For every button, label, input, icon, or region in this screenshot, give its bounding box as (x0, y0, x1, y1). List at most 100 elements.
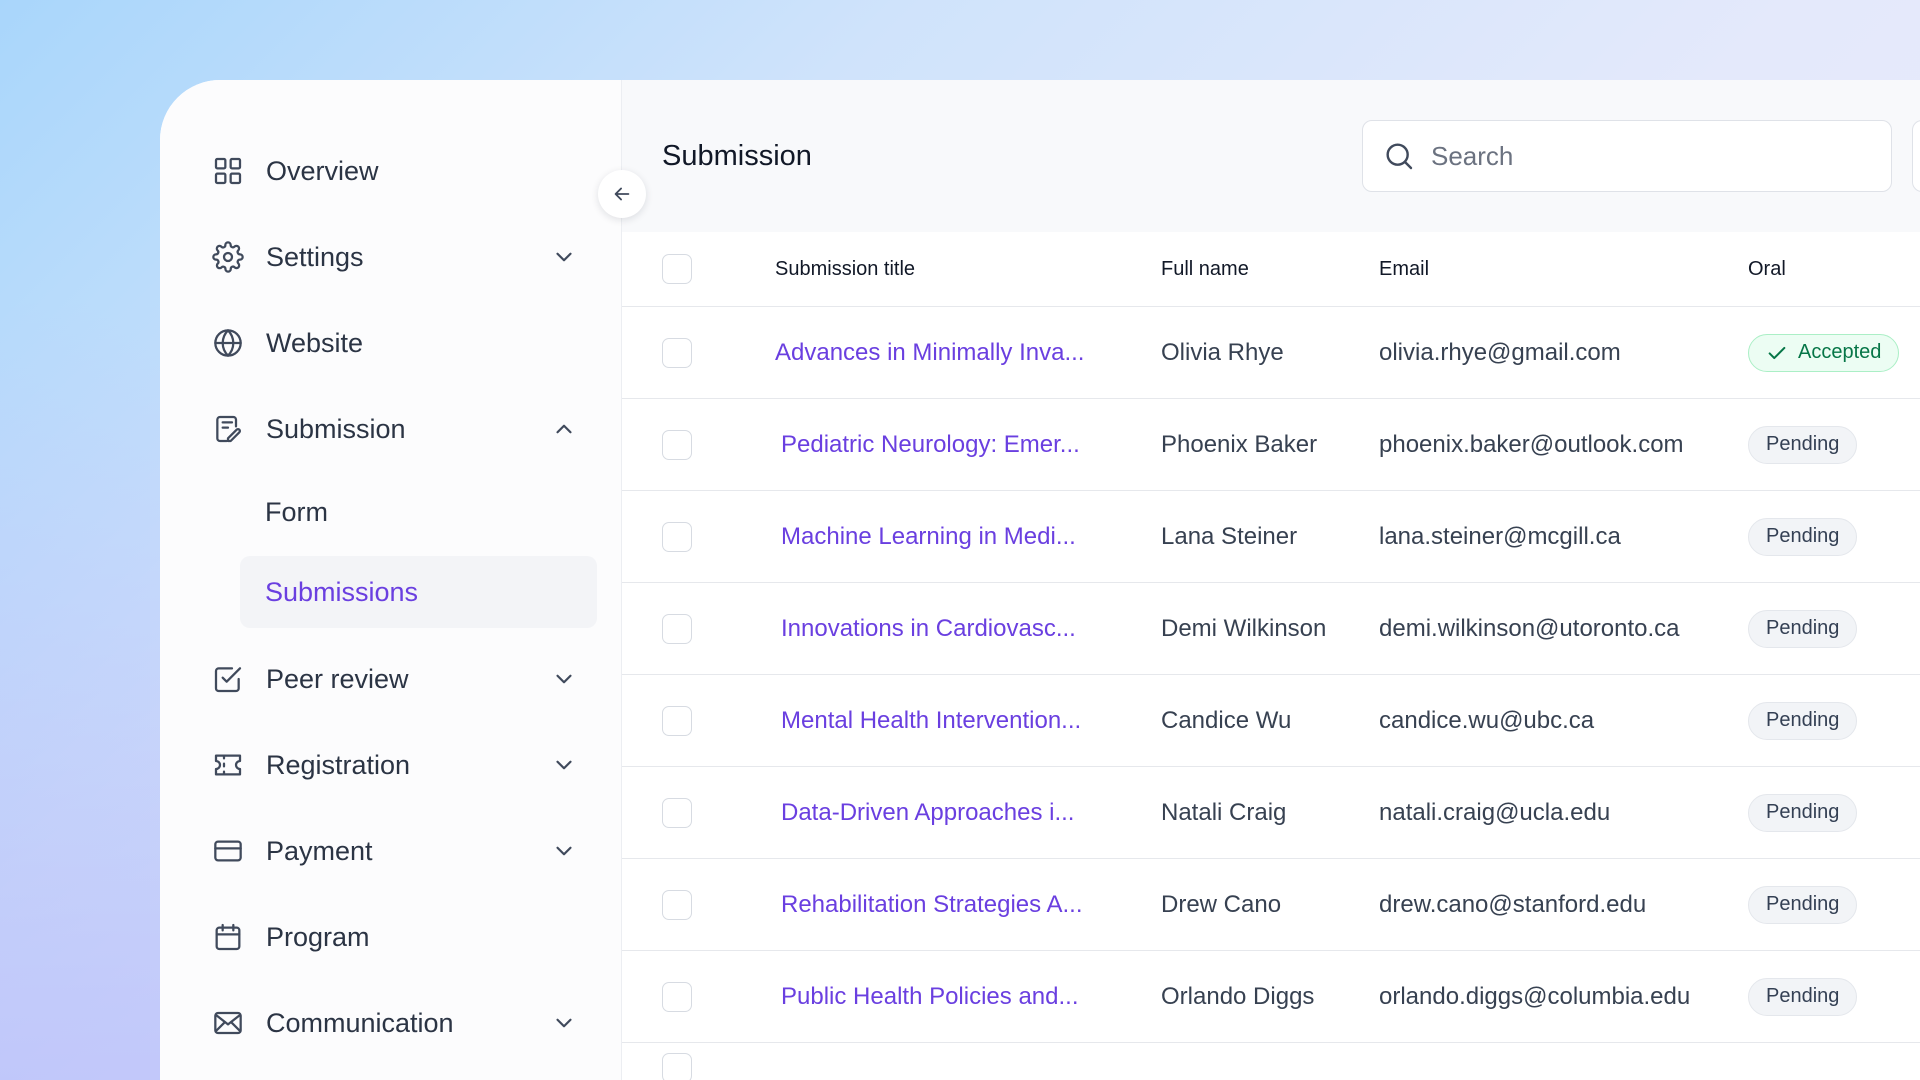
sidebar-item-label: Payment (266, 835, 373, 866)
sidebar-item-registration[interactable]: Registration (160, 722, 621, 808)
sidebar-item-website[interactable]: Website (160, 300, 621, 386)
status-badge: Accepted (1748, 333, 1900, 372)
table-row-partial (622, 1043, 1920, 1080)
email: natali.craig@ucla.edu (1379, 798, 1611, 826)
sidebar-subitem-form[interactable]: Form (240, 476, 597, 548)
arrow-left-icon (614, 187, 630, 201)
column-header-title[interactable]: Submission title (775, 258, 1161, 281)
page-title: Submission (662, 140, 812, 172)
table-row: Data-Driven Approaches i... Natali Craig… (622, 767, 1920, 859)
sidebar-item-label: Website (266, 327, 364, 358)
row-checkbox[interactable] (662, 981, 692, 1012)
column-header-name[interactable]: Full name (1161, 258, 1379, 281)
column-header-oral[interactable]: Oral (1748, 258, 1920, 281)
checkbox-icon (212, 663, 244, 695)
full-name: Olivia Rhye (1161, 338, 1284, 366)
row-checkbox[interactable] (662, 429, 692, 460)
email: drew.cano@stanford.edu (1379, 890, 1647, 918)
table-row: Advances in Minimally Inva... Olivia Rhy… (622, 307, 1920, 399)
status-badge: Pending (1748, 609, 1858, 648)
column-header-email[interactable]: Email (1379, 258, 1748, 281)
table-row: Public Health Policies and... Orlando Di… (622, 951, 1920, 1043)
grid-icon (212, 155, 244, 187)
search-box[interactable] (1362, 120, 1892, 192)
sidebar-item-label: Overview (266, 155, 379, 186)
full-name: Drew Cano (1161, 890, 1282, 918)
sidebar-item-label: Settings (266, 241, 364, 272)
chevron-down-icon[interactable] (551, 666, 577, 692)
row-checkbox[interactable] (662, 705, 692, 736)
row-checkbox[interactable] (662, 521, 692, 552)
submission-title-link[interactable]: Mental Health Intervention... (775, 707, 1081, 734)
submission-title-link[interactable]: Pediatric Neurology: Emer... (775, 431, 1080, 458)
row-checkbox[interactable] (662, 1053, 692, 1080)
full-name: Lana Steiner (1161, 522, 1298, 550)
chevron-down-icon[interactable] (551, 244, 577, 270)
chevron-down-icon[interactable] (551, 752, 577, 778)
table-row: Machine Learning in Medi... Lana Steiner… (622, 491, 1920, 583)
sidebar-item-label: Communication (266, 1007, 454, 1038)
email: olivia.rhye@gmail.com (1379, 338, 1621, 366)
email: demi.wilkinson@utoronto.ca (1379, 614, 1680, 642)
submission-title-link[interactable]: Machine Learning in Medi... (775, 523, 1076, 550)
sidebar-subitem-submissions[interactable]: Submissions (240, 556, 597, 628)
sidebar-item-payment[interactable]: Payment (160, 808, 621, 894)
chevron-up-icon[interactable] (551, 416, 577, 442)
email: candice.wu@ubc.ca (1379, 706, 1595, 734)
sidebar-item-program[interactable]: Program (160, 894, 621, 980)
submission-title-link[interactable]: Rehabilitation Strategies A... (775, 891, 1083, 918)
submission-title-link[interactable]: Advances in Minimally Inva... (775, 339, 1084, 366)
gear-icon (212, 241, 244, 273)
sidebar: Overview Settings Website Submission For… (160, 80, 646, 1080)
globe-icon (212, 327, 244, 359)
sidebar-item-communication[interactable]: Communication (160, 980, 621, 1066)
row-checkbox[interactable] (662, 613, 692, 644)
row-checkbox[interactable] (662, 889, 692, 920)
search-input[interactable] (1429, 139, 1853, 173)
sidebar-item-peer-review[interactable]: Peer review (160, 636, 621, 722)
submission-doc-icon (212, 413, 244, 445)
sidebar-item-label: Submission (266, 413, 406, 444)
table-row: Rehabilitation Strategies A... Drew Cano… (622, 859, 1920, 951)
chevron-down-icon[interactable] (551, 1010, 577, 1036)
email: orlando.diggs@columbia.edu (1379, 982, 1691, 1010)
email: phoenix.baker@outlook.com (1379, 430, 1684, 458)
full-name: Candice Wu (1161, 706, 1292, 734)
full-name: Demi Wilkinson (1161, 614, 1327, 642)
toolbar-button-partial[interactable] (1912, 120, 1920, 192)
credit-card-icon (212, 835, 244, 867)
row-checkbox[interactable] (662, 797, 692, 828)
row-checkbox[interactable] (662, 337, 692, 368)
sidebar-item-label: Peer review (266, 663, 409, 694)
main-content: Submission Submission title Full name Em… (622, 80, 1920, 1080)
table-header: Submission title Full name Email Oral (622, 232, 1920, 307)
app-window: Overview Settings Website Submission For… (160, 80, 1920, 1080)
submission-title-link[interactable]: Innovations in Cardiovasc... (775, 615, 1076, 642)
status-badge: Pending (1748, 517, 1858, 556)
email: lana.steiner@mcgill.ca (1379, 522, 1621, 550)
topbar: Submission (622, 80, 1920, 232)
status-badge: Pending (1748, 425, 1858, 464)
submission-title-link[interactable]: Data-Driven Approaches i... (775, 799, 1074, 826)
full-name: Phoenix Baker (1161, 430, 1318, 458)
status-badge-label: Accepted (1798, 341, 1882, 363)
chevron-down-icon[interactable] (551, 838, 577, 864)
table-row: Mental Health Intervention... Candice Wu… (622, 675, 1920, 767)
calendar-icon (212, 921, 244, 953)
table-row: Pediatric Neurology: Emer... Phoenix Bak… (622, 399, 1920, 491)
sidebar-item-overview[interactable]: Overview (160, 128, 621, 214)
sidebar-item-settings[interactable]: Settings (160, 214, 621, 300)
status-badge: Pending (1748, 793, 1858, 832)
ticket-icon (212, 749, 244, 781)
sidebar-item-label: Program (266, 921, 370, 952)
submission-title-link[interactable]: Public Health Policies and... (775, 983, 1079, 1010)
sidebar-item-submission[interactable]: Submission (160, 386, 621, 472)
status-badge: Pending (1748, 701, 1858, 740)
full-name: Natali Craig (1161, 798, 1287, 826)
sidebar-item-label: Registration (266, 749, 411, 780)
full-name: Orlando Diggs (1161, 982, 1315, 1010)
search-icon (1383, 140, 1415, 172)
check-icon (1768, 346, 1786, 359)
collapse-sidebar-button[interactable] (598, 170, 646, 218)
select-all-checkbox[interactable] (662, 254, 692, 284)
